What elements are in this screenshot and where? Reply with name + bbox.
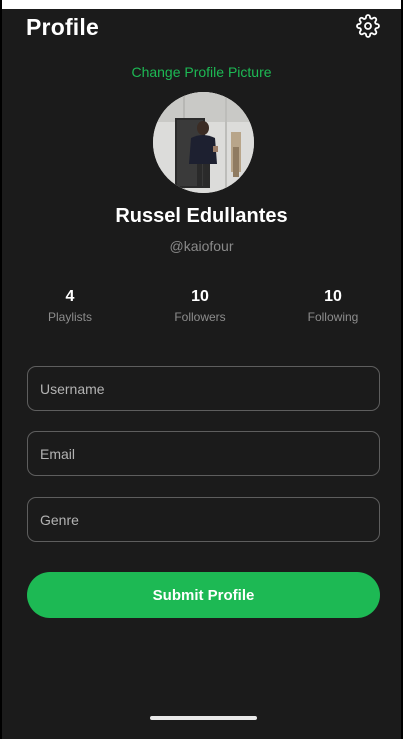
stat-label: Playlists (47, 310, 92, 324)
stat-followers[interactable]: 10 Followers (150, 288, 250, 324)
stat-playlists[interactable]: 4 Playlists (20, 288, 120, 324)
stat-following[interactable]: 10 Following (283, 288, 383, 324)
genre-field[interactable] (27, 497, 380, 542)
stat-value: 10 (324, 288, 342, 305)
home-indicator[interactable] (150, 716, 257, 720)
stat-label: Followers (174, 310, 226, 324)
gear-icon (356, 14, 380, 38)
status-bar (2, 0, 401, 9)
username-field[interactable] (27, 366, 380, 411)
profile-name: Russel Edullantes (115, 205, 288, 227)
stat-value: 4 (65, 288, 75, 305)
avatar[interactable] (153, 92, 254, 193)
stat-value: 10 (191, 288, 209, 305)
settings-button[interactable] (354, 12, 382, 40)
submit-profile-button[interactable]: Submit Profile (27, 572, 380, 618)
profile-handle: @kaiofour (169, 238, 234, 254)
profile-screen: Profile Change Profile Picture Russel Ed… (0, 0, 403, 739)
stat-label: Following (307, 310, 359, 324)
change-profile-picture-link[interactable]: Change Profile Picture (2, 64, 401, 80)
avatar-photo (153, 92, 254, 193)
page-title: Profile (26, 14, 99, 40)
email-field[interactable] (27, 431, 380, 476)
